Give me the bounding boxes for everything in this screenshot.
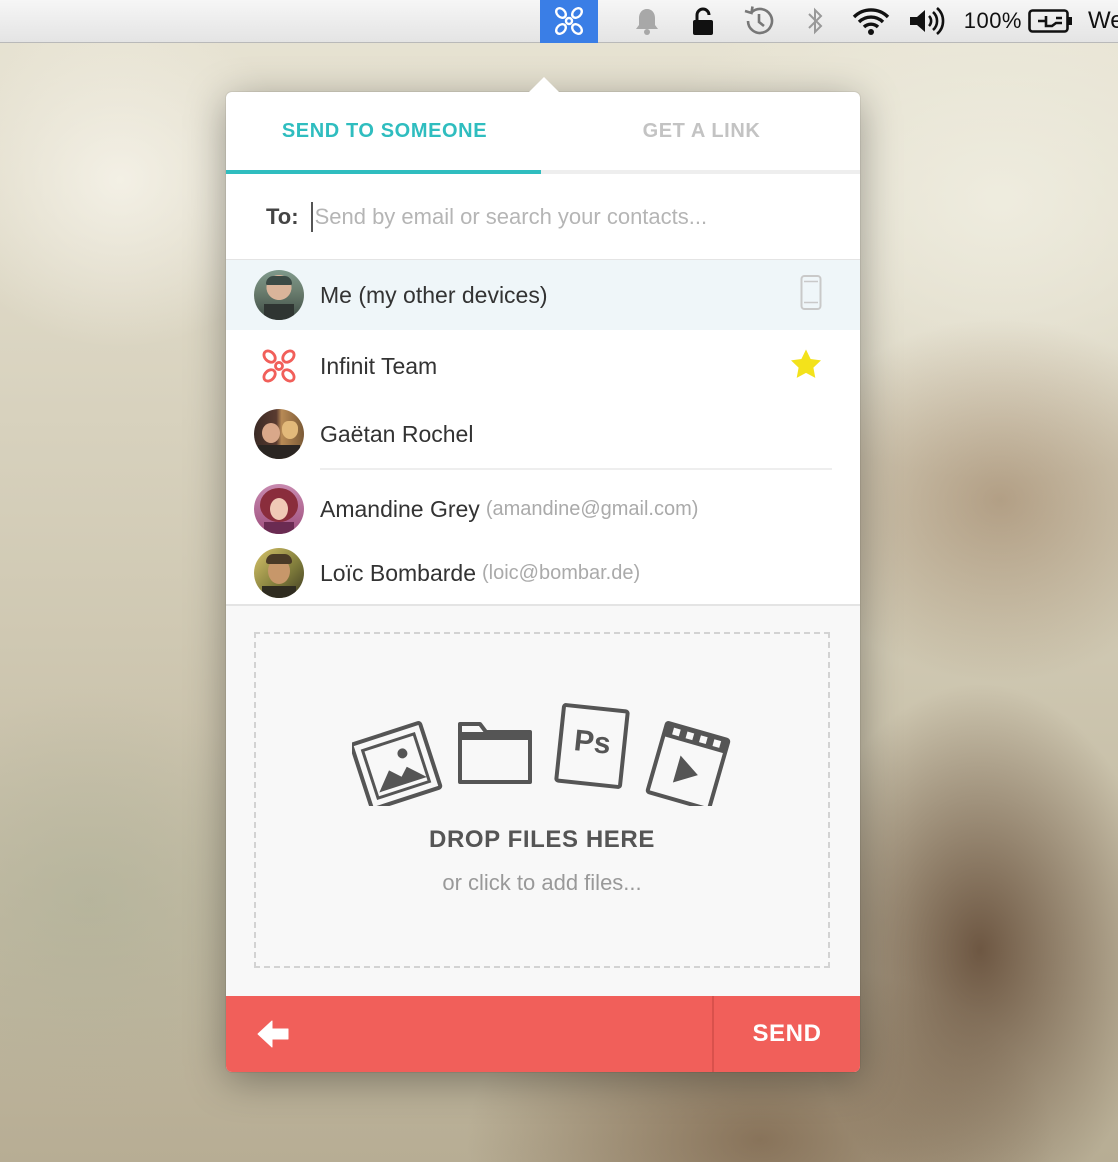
image-file-icon — [352, 721, 443, 806]
battery-percent: 100% — [963, 8, 1022, 33]
battery-charging-icon — [1028, 9, 1072, 33]
infinit-popover: SEND TO SOMEONE GET A LINK To: Me (my ot… — [226, 77, 860, 1072]
volume-icon — [909, 7, 944, 35]
file-drop-area: Ps DROP FILES HERE or click to add files… — [226, 606, 860, 996]
wifi-icon — [852, 8, 889, 35]
tab-bar: SEND TO SOMEONE GET A LINK — [226, 92, 860, 174]
tab-send-to-someone[interactable]: SEND TO SOMEONE — [226, 92, 543, 170]
bluetooth-button[interactable] — [790, 0, 840, 43]
menubar-clock[interactable]: We — [1088, 0, 1118, 43]
clock-text: We — [1088, 7, 1118, 34]
contact-name: Me (my other devices) — [320, 281, 548, 308]
notification-button[interactable] — [622, 0, 672, 43]
photoshop-file-icon: Ps — [554, 703, 630, 789]
contact-gaetan-rochel[interactable]: Gaëtan Rochel — [226, 400, 860, 468]
popover-caret — [528, 77, 560, 93]
contact-infinit-team[interactable]: Infinit Team — [226, 332, 860, 400]
infinit-logo-icon — [262, 349, 296, 383]
keychain-lock-button[interactable] — [678, 0, 728, 43]
video-file-icon — [645, 721, 731, 806]
file-dropzone[interactable]: Ps DROP FILES HERE or click to add files… — [254, 632, 830, 968]
section-divider — [320, 468, 832, 470]
folder-icon — [458, 722, 532, 784]
file-type-icons: Ps — [352, 703, 731, 806]
add-files-hint: or click to add files... — [442, 870, 642, 895]
active-tab-indicator — [226, 170, 541, 174]
svg-text:Ps: Ps — [572, 724, 612, 761]
footer-bar: SEND — [226, 996, 860, 1072]
contact-name: Infinit Team — [320, 352, 438, 379]
contact-name: Loïc Bombarde — [320, 559, 476, 586]
contact-loic-bombarde[interactable]: Loïc Bombarde (loic@bombar.de) — [226, 542, 860, 604]
contact-email: (amandine@gmail.com) — [485, 497, 699, 520]
contact-email: (loic@bombar.de) — [481, 561, 641, 584]
contact-list: Me (my other devices) Infinit Team Gaëta… — [226, 260, 860, 606]
infinit-logo-icon — [554, 6, 583, 36]
avatar — [254, 409, 304, 459]
time-machine-icon — [744, 6, 774, 35]
battery-status[interactable]: 100% — [958, 0, 1074, 43]
tab-get-a-link[interactable]: GET A LINK — [543, 92, 860, 170]
time-machine-button[interactable] — [734, 0, 784, 43]
contact-name: Gaëtan Rochel — [320, 420, 474, 447]
avatar — [254, 270, 304, 320]
contact-me-devices[interactable]: Me (my other devices) — [226, 260, 860, 330]
avatar — [254, 548, 304, 598]
bluetooth-icon — [808, 7, 823, 35]
to-label: To: — [266, 203, 299, 229]
send-button[interactable]: SEND — [714, 996, 860, 1072]
phone-icon — [800, 275, 822, 316]
menu-bar: 100% We — [0, 0, 1118, 43]
drop-files-title: DROP FILES HERE — [429, 826, 655, 853]
back-arrow-icon — [257, 1020, 289, 1048]
recipient-row: To: — [226, 174, 860, 260]
recipient-search-input[interactable] — [310, 201, 791, 232]
contact-amandine-grey[interactable]: Amandine Grey (amandine@gmail.com) — [226, 476, 860, 542]
wifi-button[interactable] — [846, 0, 896, 43]
volume-button[interactable] — [902, 0, 952, 43]
back-button[interactable] — [226, 996, 712, 1072]
avatar — [254, 341, 304, 391]
star-icon[interactable] — [790, 349, 822, 384]
avatar — [254, 484, 304, 534]
contact-name: Amandine Grey — [320, 495, 480, 522]
bell-icon — [635, 9, 658, 35]
infinit-menubar-button[interactable] — [539, 0, 598, 43]
lock-icon — [692, 7, 713, 35]
